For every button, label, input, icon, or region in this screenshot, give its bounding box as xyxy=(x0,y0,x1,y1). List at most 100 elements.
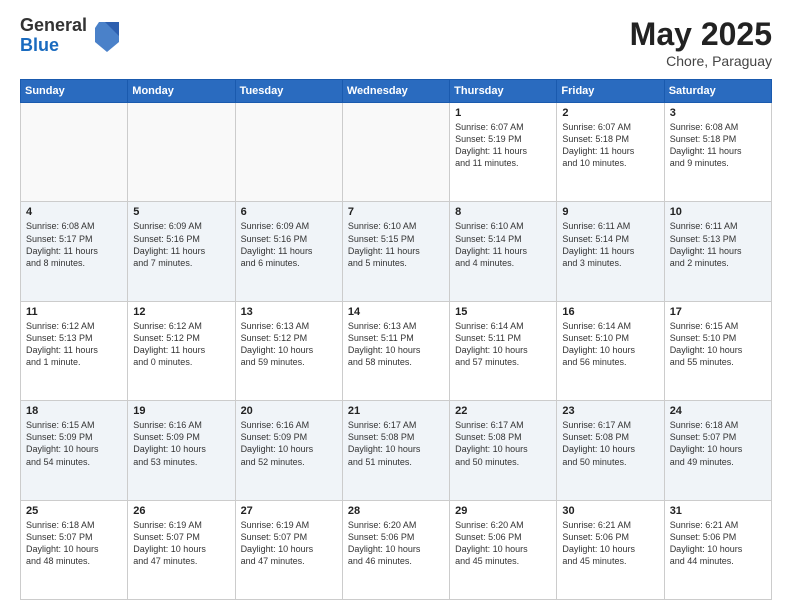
day-info: Sunrise: 6:10 AM Sunset: 5:15 PM Dayligh… xyxy=(348,220,444,269)
logo: General Blue xyxy=(20,16,123,56)
day-number: 6 xyxy=(241,206,337,218)
calendar-week-row: 1 Sunrise: 6:07 AM Sunset: 5:19 PM Daylig… xyxy=(21,103,772,202)
calendar-day-cell: 31Sunrise: 6:21 AM Sunset: 5:06 PM Dayli… xyxy=(664,500,771,599)
header-tuesday: Tuesday xyxy=(235,80,342,103)
page: General Blue May 2025 Chore, Paraguay Su… xyxy=(0,0,792,612)
calendar-week-row: 18 Sunrise: 6:15 AM Sunset: 5:09 PM Dayli… xyxy=(21,401,772,500)
calendar-day-cell: 7Sunrise: 6:10 AM Sunset: 5:15 PM Daylig… xyxy=(342,202,449,301)
calendar-day-cell: 9Sunrise: 6:11 AM Sunset: 5:14 PM Daylig… xyxy=(557,202,664,301)
day-number: 10 xyxy=(670,206,766,218)
calendar-day-cell: 13 Sunrise: 6:13 AM Sunset: 5:12 PM Dayli… xyxy=(235,301,342,400)
calendar-day-cell xyxy=(235,103,342,202)
calendar-day-cell: 19 Sunrise: 6:16 AM Sunset: 5:09 PM Dayli… xyxy=(128,401,235,500)
calendar-day-cell: 8 Sunrise: 6:10 AM Sunset: 5:14 PM Daylig… xyxy=(450,202,557,301)
day-number: 25 xyxy=(26,505,122,517)
day-number: 13 xyxy=(241,306,337,318)
calendar-day-cell: 16 Sunrise: 6:14 AM Sunset: 5:10 PM Dayli… xyxy=(557,301,664,400)
location: Chore, Paraguay xyxy=(630,53,772,69)
calendar-day-cell: 5Sunrise: 6:09 AM Sunset: 5:16 PM Daylig… xyxy=(128,202,235,301)
day-info: Sunrise: 6:17 AM Sunset: 5:08 PM Dayligh… xyxy=(455,419,551,468)
day-number: 27 xyxy=(241,505,337,517)
day-number: 23 xyxy=(562,405,658,417)
calendar-day-cell xyxy=(128,103,235,202)
calendar-day-cell: 22 Sunrise: 6:17 AM Sunset: 5:08 PM Dayli… xyxy=(450,401,557,500)
day-number: 9 xyxy=(562,206,658,218)
day-number: 2 xyxy=(562,107,658,119)
calendar-day-cell: 25Sunrise: 6:18 AM Sunset: 5:07 PM Dayli… xyxy=(21,500,128,599)
day-number: 16 xyxy=(562,306,658,318)
day-info: Sunrise: 6:09 AM Sunset: 5:16 PM Dayligh… xyxy=(241,220,337,269)
day-number: 20 xyxy=(241,405,337,417)
month-title: May 2025 xyxy=(630,16,772,53)
day-number: 31 xyxy=(670,505,766,517)
calendar-day-cell: 4Sunrise: 6:08 AM Sunset: 5:17 PM Daylig… xyxy=(21,202,128,301)
day-number: 8 xyxy=(455,206,551,218)
day-info: Sunrise: 6:16 AM Sunset: 5:09 PM Dayligh… xyxy=(241,419,337,468)
day-number: 14 xyxy=(348,306,444,318)
header-thursday: Thursday xyxy=(450,80,557,103)
day-info: Sunrise: 6:20 AM Sunset: 5:06 PM Dayligh… xyxy=(455,519,551,568)
day-info: Sunrise: 6:10 AM Sunset: 5:14 PM Dayligh… xyxy=(455,220,551,269)
calendar-day-cell: 10 Sunrise: 6:11 AM Sunset: 5:13 PM Dayli… xyxy=(664,202,771,301)
calendar-day-cell xyxy=(342,103,449,202)
day-number: 22 xyxy=(455,405,551,417)
day-info: Sunrise: 6:17 AM Sunset: 5:08 PM Dayligh… xyxy=(562,419,658,468)
day-info: Sunrise: 6:13 AM Sunset: 5:11 PM Dayligh… xyxy=(348,320,444,369)
calendar-day-cell: 30Sunrise: 6:21 AM Sunset: 5:06 PM Dayli… xyxy=(557,500,664,599)
day-info: Sunrise: 6:09 AM Sunset: 5:16 PM Dayligh… xyxy=(133,220,229,269)
header: General Blue May 2025 Chore, Paraguay xyxy=(20,16,772,69)
day-info: Sunrise: 6:15 AM Sunset: 5:09 PM Dayligh… xyxy=(26,419,122,468)
calendar-week-row: 25Sunrise: 6:18 AM Sunset: 5:07 PM Dayli… xyxy=(21,500,772,599)
day-number: 26 xyxy=(133,505,229,517)
day-info: Sunrise: 6:12 AM Sunset: 5:12 PM Dayligh… xyxy=(133,320,229,369)
day-info: Sunrise: 6:18 AM Sunset: 5:07 PM Dayligh… xyxy=(670,419,766,468)
calendar-day-cell: 3Sunrise: 6:08 AM Sunset: 5:18 PM Daylig… xyxy=(664,103,771,202)
calendar-day-cell xyxy=(21,103,128,202)
calendar-day-cell: 27 Sunrise: 6:19 AM Sunset: 5:07 PM Dayli… xyxy=(235,500,342,599)
day-number: 12 xyxy=(133,306,229,318)
day-info: Sunrise: 6:16 AM Sunset: 5:09 PM Dayligh… xyxy=(133,419,229,468)
day-number: 28 xyxy=(348,505,444,517)
day-number: 21 xyxy=(348,405,444,417)
day-number: 18 xyxy=(26,405,122,417)
day-info: Sunrise: 6:19 AM Sunset: 5:07 PM Dayligh… xyxy=(241,519,337,568)
day-info: Sunrise: 6:14 AM Sunset: 5:11 PM Dayligh… xyxy=(455,320,551,369)
logo-general: General xyxy=(20,16,87,36)
day-info: Sunrise: 6:21 AM Sunset: 5:06 PM Dayligh… xyxy=(562,519,658,568)
day-info: Sunrise: 6:20 AM Sunset: 5:06 PM Dayligh… xyxy=(348,519,444,568)
day-number: 29 xyxy=(455,505,551,517)
day-info: Sunrise: 6:08 AM Sunset: 5:18 PM Dayligh… xyxy=(670,121,766,170)
calendar-week-row: 4Sunrise: 6:08 AM Sunset: 5:17 PM Daylig… xyxy=(21,202,772,301)
day-info: Sunrise: 6:11 AM Sunset: 5:13 PM Dayligh… xyxy=(670,220,766,269)
day-number: 24 xyxy=(670,405,766,417)
calendar-day-cell: 11 Sunrise: 6:12 AM Sunset: 5:13 PM Dayli… xyxy=(21,301,128,400)
calendar-day-cell: 17Sunrise: 6:15 AM Sunset: 5:10 PM Dayli… xyxy=(664,301,771,400)
calendar-day-cell: 29 Sunrise: 6:20 AM Sunset: 5:06 PM Dayli… xyxy=(450,500,557,599)
day-info: Sunrise: 6:08 AM Sunset: 5:17 PM Dayligh… xyxy=(26,220,122,269)
day-info: Sunrise: 6:12 AM Sunset: 5:13 PM Dayligh… xyxy=(26,320,122,369)
header-sunday: Sunday xyxy=(21,80,128,103)
day-info: Sunrise: 6:14 AM Sunset: 5:10 PM Dayligh… xyxy=(562,320,658,369)
calendar-day-cell: 1 Sunrise: 6:07 AM Sunset: 5:19 PM Daylig… xyxy=(450,103,557,202)
day-number: 1 xyxy=(455,107,551,119)
day-info: Sunrise: 6:15 AM Sunset: 5:10 PM Dayligh… xyxy=(670,320,766,369)
calendar-day-cell: 15 Sunrise: 6:14 AM Sunset: 5:11 PM Dayli… xyxy=(450,301,557,400)
day-number: 15 xyxy=(455,306,551,318)
calendar-day-cell: 26 Sunrise: 6:19 AM Sunset: 5:07 PM Dayli… xyxy=(128,500,235,599)
logo-blue: Blue xyxy=(20,36,87,56)
header-monday: Monday xyxy=(128,80,235,103)
calendar-day-cell: 23 Sunrise: 6:17 AM Sunset: 5:08 PM Dayli… xyxy=(557,401,664,500)
calendar-day-cell: 14 Sunrise: 6:13 AM Sunset: 5:11 PM Dayli… xyxy=(342,301,449,400)
day-info: Sunrise: 6:19 AM Sunset: 5:07 PM Dayligh… xyxy=(133,519,229,568)
calendar-table: Sunday Monday Tuesday Wednesday Thursday… xyxy=(20,79,772,600)
calendar-week-row: 11 Sunrise: 6:12 AM Sunset: 5:13 PM Dayli… xyxy=(21,301,772,400)
day-info: Sunrise: 6:13 AM Sunset: 5:12 PM Dayligh… xyxy=(241,320,337,369)
header-friday: Friday xyxy=(557,80,664,103)
day-number: 19 xyxy=(133,405,229,417)
weekday-header-row: Sunday Monday Tuesday Wednesday Thursday… xyxy=(21,80,772,103)
calendar-day-cell: 12 Sunrise: 6:12 AM Sunset: 5:12 PM Dayli… xyxy=(128,301,235,400)
day-info: Sunrise: 6:07 AM Sunset: 5:19 PM Dayligh… xyxy=(455,121,551,170)
day-info: Sunrise: 6:07 AM Sunset: 5:18 PM Dayligh… xyxy=(562,121,658,170)
day-number: 11 xyxy=(26,306,122,318)
day-info: Sunrise: 6:17 AM Sunset: 5:08 PM Dayligh… xyxy=(348,419,444,468)
